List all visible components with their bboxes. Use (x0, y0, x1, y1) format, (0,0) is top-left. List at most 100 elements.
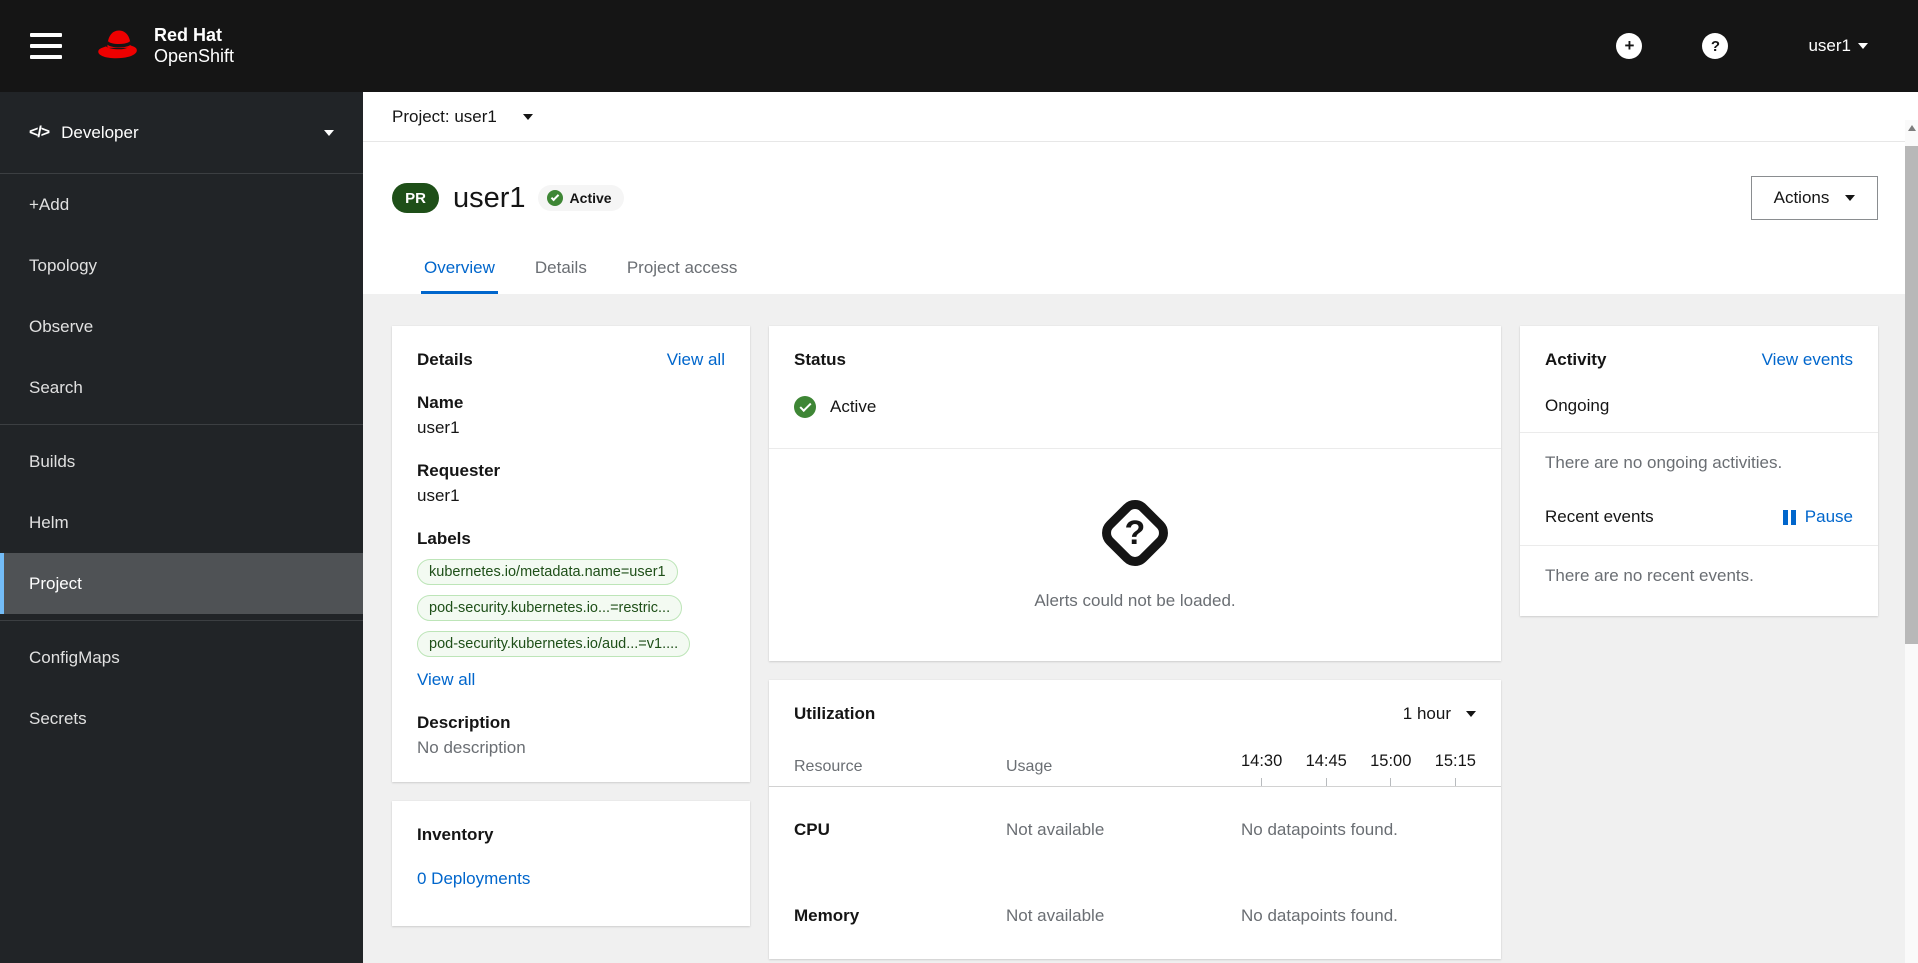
chevron-down-icon[interactable] (522, 113, 533, 120)
perspective-switcher[interactable]: </> Developer (0, 92, 363, 174)
utilization-card-title: Utilization (794, 704, 876, 723)
help-question-circle-icon[interactable]: ? (1702, 33, 1729, 59)
sidebar-item-add[interactable]: +Add (0, 174, 363, 235)
main-area: Project: user1 PR user1 Active Actions O… (363, 92, 1918, 963)
sidebar-item-label: Observe (29, 316, 94, 336)
description-label: Description (417, 713, 511, 732)
status-card: Status Active ? Alerts could not be load… (769, 326, 1501, 661)
requester-value: user1 (417, 486, 460, 505)
tab-details[interactable]: Details (532, 244, 590, 294)
status-badge: Active (537, 185, 624, 211)
sidebar-item-topology[interactable]: Topology (0, 235, 363, 296)
sidebar-item-label: +Add (29, 194, 70, 214)
ongoing-heading: Ongoing (1545, 396, 1610, 415)
sidebar-divider (0, 620, 363, 621)
sidebar-item-configmaps[interactable]: ConfigMaps (0, 627, 363, 688)
chevron-down-icon (1466, 711, 1476, 717)
name-label: Name (417, 393, 464, 412)
redhat-fedora-icon (92, 24, 146, 69)
sidebar-item-observe[interactable]: Observe (0, 296, 363, 357)
vertical-scrollbar[interactable] (1905, 120, 1918, 963)
time-axis: 14:30 14:45 15:00 15:15 (1241, 752, 1476, 786)
view-events-link[interactable]: View events (1762, 350, 1853, 370)
scrollbar-thumb[interactable] (1905, 146, 1918, 644)
project-selector-bar: Project: user1 (363, 92, 1918, 142)
sidebar-divider (0, 424, 363, 425)
duration-dropdown-label: 1 hour (1402, 704, 1451, 723)
status-card-title: Status (794, 350, 846, 369)
chevron-down-icon (1845, 195, 1856, 201)
resource-name: CPU (794, 820, 830, 839)
label-pill[interactable]: pod-security.kubernetes.io...=restric... (417, 595, 683, 621)
description-value: No description (417, 738, 526, 757)
requester-label: Requester (417, 461, 501, 480)
project-selector-label[interactable]: Project: user1 (392, 107, 497, 127)
utilization-row-cpu: CPU Not available No datapoints found. (794, 787, 1476, 873)
sidebar-item-builds[interactable]: Builds (0, 431, 363, 492)
resource-name: Memory (794, 906, 860, 925)
tab-project-access[interactable]: Project access (624, 244, 741, 294)
inventory-card-title: Inventory (417, 825, 494, 844)
sidebar-item-search[interactable]: Search (0, 357, 363, 418)
sidebar-item-label: Secrets (29, 708, 87, 728)
time-tick: 14:30 (1241, 752, 1282, 786)
details-card-title: Details (417, 350, 473, 369)
label-pill[interactable]: kubernetes.io/metadata.name=user1 (417, 559, 678, 585)
labels-label: Labels (417, 529, 471, 548)
duration-dropdown[interactable]: 1 hour (1403, 704, 1476, 724)
chevron-down-icon (1858, 43, 1868, 49)
datapoints-message: No datapoints found. (1241, 820, 1398, 839)
sidebar-item-label: Helm (29, 512, 69, 532)
inventory-card: Inventory 0 Deployments (392, 801, 750, 926)
alerts-empty-state: ? Alerts could not be loaded. (769, 449, 1501, 661)
pause-button-label: Pause (1804, 507, 1853, 526)
user-menu[interactable]: user1 (1808, 36, 1868, 56)
nav-toggle-hamburger-icon[interactable] (30, 33, 62, 59)
recent-empty-message: There are no recent events. (1545, 566, 1754, 585)
time-tick: 14:45 (1306, 752, 1347, 786)
overview-dashboard: Details View all Name user1 Requester us… (363, 294, 1918, 963)
code-icon: </> (29, 123, 50, 141)
activity-card-title: Activity (1545, 350, 1607, 369)
sidebar-item-label: Topology (29, 255, 98, 275)
pause-events-button[interactable]: Pause (1782, 507, 1853, 527)
details-card: Details View all Name user1 Requester us… (392, 326, 750, 782)
sidebar-item-helm[interactable]: Helm (0, 492, 363, 553)
right-column: Activity View events Ongoing There are n… (1520, 326, 1878, 616)
details-view-all-link[interactable]: View all (667, 350, 725, 370)
ongoing-empty-message: There are no ongoing activities. (1545, 453, 1783, 472)
add-plus-circle-icon[interactable]: + (1616, 33, 1643, 59)
sidebar-item-label: Search (29, 377, 83, 397)
middle-column: Status Active ? Alerts could not be load… (769, 326, 1501, 959)
scroll-up-arrow-icon[interactable] (1907, 125, 1916, 131)
masthead: Red Hat OpenShift + ? user1 (0, 0, 1918, 92)
brand-product: OpenShift (154, 46, 235, 66)
status-value: Active (830, 397, 877, 416)
utilization-header-row: Resource Usage 14:30 14:45 15:00 15:15 (794, 752, 1476, 786)
sidebar-nav: </> Developer +Add Topology Observe Sear… (0, 92, 363, 963)
resource-column-header: Resource (794, 758, 863, 775)
deployments-link[interactable]: 0 Deployments (417, 869, 530, 889)
brand-name: Red Hat (154, 25, 223, 45)
left-column: Details View all Name user1 Requester us… (392, 326, 750, 926)
unknown-question-diamond-icon: ? (1095, 493, 1175, 573)
usage-value: Not available (1006, 820, 1105, 839)
sidebar-item-secrets[interactable]: Secrets (0, 688, 363, 749)
sidebar-item-project[interactable]: Project (0, 553, 363, 614)
check-circle-icon (794, 396, 816, 418)
sidebar-item-label: Builds (29, 451, 76, 471)
name-value: user1 (417, 418, 460, 437)
label-pill[interactable]: pod-security.kubernetes.io/aud...=v1.... (417, 631, 691, 657)
actions-button-label: Actions (1773, 188, 1830, 207)
status-badge-label: Active (569, 190, 612, 206)
user-menu-label: user1 (1808, 36, 1851, 55)
labels-view-all-link[interactable]: View all (417, 670, 475, 690)
tab-overview[interactable]: Overview (421, 244, 498, 294)
sidebar-item-label: ConfigMaps (29, 647, 120, 667)
page-header: PR user1 Active Actions Overview Details… (363, 142, 1918, 294)
actions-button[interactable]: Actions (1751, 176, 1878, 220)
page-title: user1 (453, 181, 526, 214)
datapoints-message: No datapoints found. (1241, 906, 1398, 925)
time-tick: 15:00 (1370, 752, 1411, 786)
chevron-down-icon (324, 129, 334, 136)
